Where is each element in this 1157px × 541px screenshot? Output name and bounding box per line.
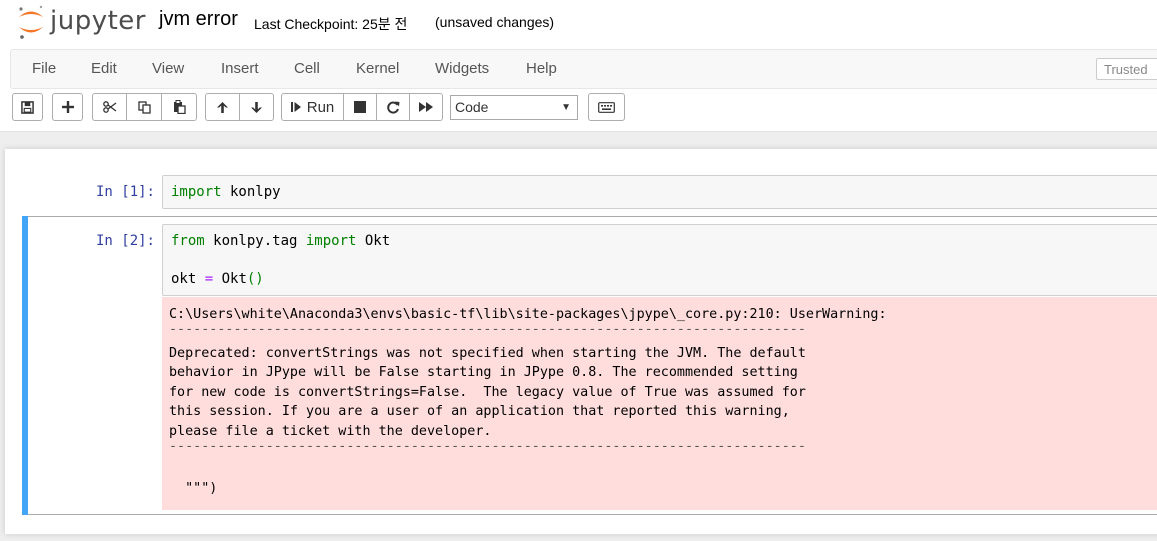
jupyter-logo-icon: [19, 5, 43, 39]
stderr-line: this session. If you are a user of an ap…: [169, 404, 790, 419]
cut-button[interactable]: [92, 93, 127, 121]
code-line: from konlpy.tag import Okt: [171, 233, 390, 249]
code-text: Okt: [213, 271, 247, 287]
move-down-button[interactable]: [239, 93, 274, 121]
menu-file[interactable]: File: [32, 60, 56, 77]
stderr-line: behavior in JPype will be False starting…: [169, 365, 798, 380]
code-text: Okt: [356, 233, 391, 249]
plus-icon: [61, 101, 74, 113]
run-label: Run: [306, 98, 335, 116]
menu-help[interactable]: Help: [526, 60, 557, 77]
arrow-down-icon: [251, 101, 262, 113]
code-operator: =: [204, 271, 214, 287]
trusted-indicator[interactable]: Trusted: [1096, 58, 1157, 80]
menu-kernel[interactable]: Kernel: [356, 60, 399, 77]
restart-button[interactable]: [376, 93, 410, 121]
stderr-line: """): [169, 481, 218, 496]
arrow-up-icon: [217, 101, 228, 113]
cell-prompt: In [1]:: [95, 184, 155, 200]
run-button[interactable]: Run: [281, 93, 344, 121]
autosave-status: (unsaved changes): [435, 14, 555, 30]
code-cell[interactable]: In [1]: import konlpy: [5, 149, 1157, 209]
stderr-line: C:\Users\white\Anaconda3\envs\basic-tf\l…: [169, 307, 887, 322]
menu-cell[interactable]: Cell: [294, 60, 320, 77]
move-up-button[interactable]: [205, 93, 240, 121]
interrupt-button[interactable]: [343, 93, 377, 121]
checkpoint-status: Last Checkpoint: 25분 전: [254, 16, 408, 32]
save-icon: [21, 100, 34, 114]
copy-icon: [137, 100, 151, 114]
stderr-line: for new code is convertStrings=False. Th…: [169, 385, 806, 400]
stop-icon: [354, 101, 366, 113]
notebook-name[interactable]: jvm error: [159, 8, 238, 31]
notebook-header: jupyter jvm error Last Checkpoint: 25분 전…: [0, 0, 1157, 132]
menubar: File Edit View Insert Cell Kernel Widget…: [10, 49, 1157, 89]
code-text: okt: [171, 271, 205, 287]
menu-insert[interactable]: Insert: [221, 60, 259, 77]
toolbar: Run Code ▼: [0, 93, 1157, 125]
stderr-line: please file a ticket with the developer.: [169, 424, 492, 439]
code-line: okt = Okt(): [171, 271, 264, 287]
stderr-output: C:\Users\white\Anaconda3\envs\basic-tf\l…: [162, 297, 1157, 510]
code-line: import konlpy: [171, 184, 281, 200]
code-keyword: import: [305, 233, 357, 249]
insert-cell-button[interactable]: [52, 93, 83, 121]
menu-view[interactable]: View: [152, 60, 184, 77]
cell-type-value: Code: [455, 99, 489, 115]
jupyter-logo[interactable]: jupyter: [16, 4, 156, 42]
menu-widgets[interactable]: Widgets: [435, 60, 489, 77]
keyboard-icon: [598, 101, 615, 113]
menu-edit[interactable]: Edit: [91, 60, 117, 77]
chevron-down-icon: ▼: [561, 102, 571, 113]
notebook-container: In [1]: import konlpy In [2]: from konlp…: [5, 149, 1157, 534]
restart-icon: [386, 101, 399, 113]
cell-type-select[interactable]: Code ▼: [450, 95, 578, 120]
code-keyword: from: [171, 233, 205, 249]
code-paren: (): [246, 271, 264, 287]
header-top: jupyter jvm error Last Checkpoint: 25분 전…: [0, 0, 1157, 48]
stderr-divider: ----------------------------------------…: [169, 322, 806, 337]
paste-icon: [173, 100, 186, 114]
step-forward-icon: [290, 102, 301, 112]
code-text: konlpy: [221, 184, 281, 200]
stderr-divider: ----------------------------------------…: [169, 439, 806, 454]
command-palette-button[interactable]: [588, 93, 625, 121]
cell-input[interactable]: import konlpy: [162, 175, 1157, 209]
paste-button[interactable]: [161, 93, 197, 121]
fast-forward-icon: [419, 102, 433, 112]
logo-text: jupyter: [50, 6, 146, 36]
restart-run-all-button[interactable]: [409, 93, 443, 121]
stderr-line: Deprecated: convertStrings was not speci…: [169, 346, 806, 361]
copy-button[interactable]: [126, 93, 162, 121]
code-keyword: import: [171, 184, 222, 200]
code-text: konlpy.tag: [204, 233, 306, 249]
cell-input[interactable]: from konlpy.tag import Okt okt = Okt(): [162, 224, 1157, 296]
cut-icon: [102, 101, 116, 113]
save-button[interactable]: [12, 93, 43, 121]
cell-prompt: In [2]:: [95, 233, 155, 249]
